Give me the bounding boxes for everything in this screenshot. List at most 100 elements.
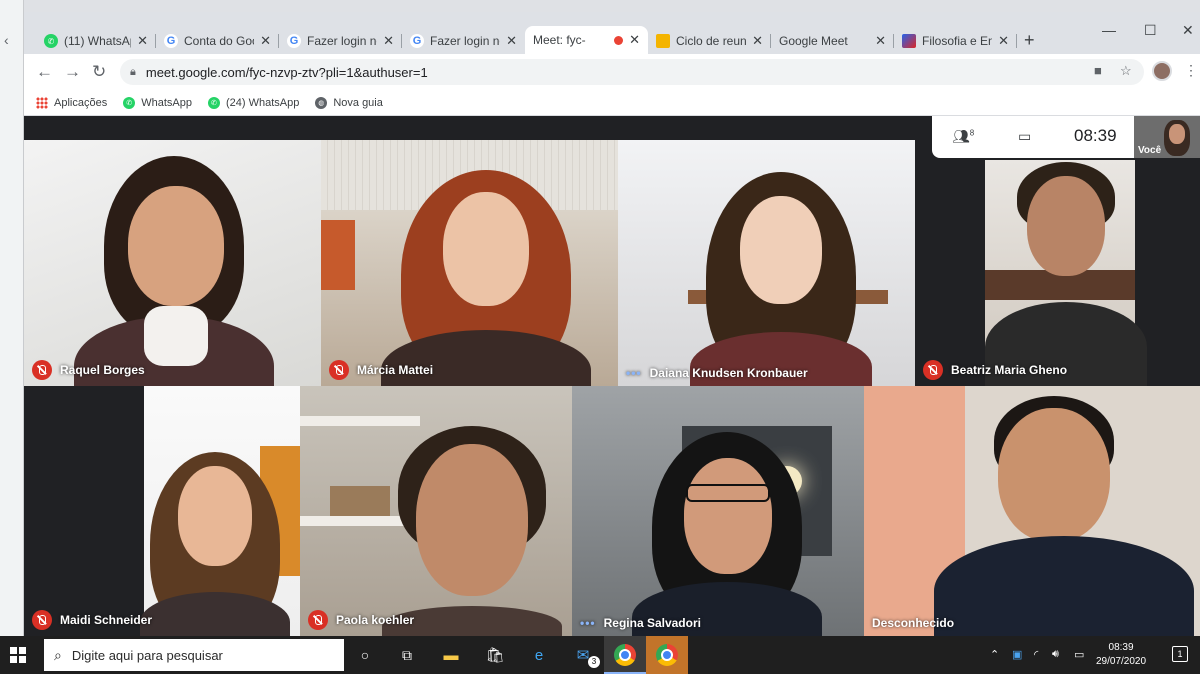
- cortana-icon[interactable]: ○: [354, 644, 376, 666]
- participant-name-label: ••• Regina Salvadori: [580, 616, 701, 630]
- lock-icon: 🔒︎: [130, 65, 136, 78]
- meet-call-grid: Raquel Borges Márcia Mattei ••• Daiana K…: [24, 116, 1200, 636]
- mic-off-icon: [32, 360, 52, 380]
- close-tab-icon[interactable]: ✕: [875, 33, 886, 49]
- tab-whatsapp[interactable]: ✆ (11) WhatsApp ✕: [36, 28, 156, 54]
- participant-tile[interactable]: Maidi Schneider: [24, 386, 300, 636]
- back-icon[interactable]: ←: [36, 62, 53, 82]
- desktop: ‹ ✆ (11) WhatsApp ✕ G Conta do Google ✕ …: [0, 0, 1200, 674]
- bookmarks-bar: Aplicações ✆ WhatsApp ✆ (24) WhatsApp ◍ …: [24, 90, 1200, 116]
- tab-title: Fazer login no: [430, 34, 501, 48]
- chat-icon[interactable]: ▭: [1018, 128, 1031, 145]
- chrome-icon[interactable]: [614, 644, 636, 666]
- back-arrow-icon: ‹: [4, 32, 9, 48]
- tab-conta-google[interactable]: G Conta do Google ✕: [156, 28, 279, 54]
- wifi-icon[interactable]: ◜: [1034, 648, 1038, 661]
- site-icon: [902, 34, 916, 48]
- tab-strip: ✆ (11) WhatsApp ✕ G Conta do Google ✕ G …: [24, 12, 1200, 54]
- profile-avatar[interactable]: [1152, 61, 1172, 81]
- browser-toolbar: ← → ↻ 🔒︎ meet.google.com/fyc-nzvp-ztv?pl…: [24, 54, 1200, 90]
- self-view-label: Você: [1138, 145, 1162, 156]
- menu-icon[interactable]: ⋮: [1184, 62, 1198, 79]
- bookmark-label: Aplicações: [54, 96, 108, 109]
- mic-off-icon: [329, 360, 349, 380]
- participant-tile[interactable]: ••• Daiana Knudsen Kronbauer: [618, 140, 915, 386]
- participant-name-label: Raquel Borges: [32, 360, 145, 380]
- camera-icon[interactable]: ■: [1094, 63, 1102, 78]
- participant-name-label: Paola koehler: [308, 610, 414, 630]
- edge-icon[interactable]: e: [528, 644, 550, 666]
- self-view-tile[interactable]: Você: [1134, 116, 1200, 158]
- minimize-icon[interactable]: —: [1102, 22, 1116, 38]
- close-tab-icon[interactable]: ✕: [998, 33, 1009, 49]
- globe-icon: ◍: [315, 96, 328, 109]
- participant-tile[interactable]: Paola koehler: [300, 386, 572, 636]
- address-bar[interactable]: 🔒︎ meet.google.com/fyc-nzvp-ztv?pli=1&au…: [120, 59, 1144, 85]
- speaking-indicator-icon: •••: [626, 366, 642, 380]
- volume-icon[interactable]: 🔊︎: [1052, 648, 1059, 661]
- close-tab-icon[interactable]: ✕: [137, 33, 148, 49]
- bookmark-nova-guia[interactable]: ◍ Nova guia: [315, 96, 383, 109]
- people-icon: 👥︎: [952, 128, 970, 144]
- taskbar-search-input[interactable]: ⌕ Digite aqui para pesquisar: [44, 639, 344, 671]
- tab-title: Fazer login no: [307, 34, 378, 48]
- tab-ciclo-reunioes[interactable]: Ciclo de reuniões ✕: [648, 28, 771, 54]
- tab-title: Google Meet: [779, 34, 848, 48]
- google-icon: G: [164, 34, 178, 48]
- star-icon[interactable]: ☆: [1120, 63, 1132, 79]
- mic-off-icon: [923, 360, 943, 380]
- tab-title: (11) WhatsApp: [64, 34, 131, 48]
- meeting-time: 08:39: [1074, 126, 1117, 145]
- close-tab-icon[interactable]: ✕: [260, 33, 271, 49]
- close-tab-icon[interactable]: ✕: [383, 33, 394, 49]
- speaking-indicator-icon: •••: [580, 616, 596, 630]
- battery-icon[interactable]: ▭: [1074, 648, 1084, 661]
- clock-date: 29/07/2020: [1096, 656, 1147, 667]
- close-tab-icon[interactable]: ✕: [629, 32, 640, 48]
- store-icon[interactable]: 🛍︎: [484, 644, 506, 666]
- google-icon: G: [287, 34, 301, 48]
- participant-count: 8: [969, 128, 975, 138]
- recording-dot-icon: [614, 35, 624, 45]
- reload-icon[interactable]: ↻: [92, 62, 106, 82]
- file-explorer-icon[interactable]: ▬: [440, 644, 462, 666]
- background-window: ‹: [0, 0, 24, 636]
- bookmark-whatsapp-24[interactable]: ✆ (24) WhatsApp: [207, 96, 299, 109]
- tray-chevron-icon[interactable]: ⌃: [990, 648, 999, 661]
- tab-fazer-login-2[interactable]: G Fazer login no ✕: [402, 28, 525, 54]
- clock-time: 08:39: [1108, 642, 1134, 653]
- participant-tile[interactable]: Beatriz Maria Gheno: [915, 140, 1200, 386]
- windows-start-icon[interactable]: [10, 647, 26, 663]
- close-tab-icon[interactable]: ✕: [752, 33, 763, 49]
- new-tab-button[interactable]: +: [1024, 30, 1035, 51]
- forward-icon[interactable]: →: [64, 62, 81, 82]
- notification-center-icon[interactable]: 1: [1172, 646, 1188, 662]
- participant-name-label: Desconhecido: [872, 616, 955, 630]
- tray-app-icon[interactable]: ▣: [1012, 648, 1022, 661]
- participant-tile[interactable]: Márcia Mattei: [321, 140, 618, 386]
- bookmark-aplicacoes[interactable]: Aplicações: [36, 96, 108, 109]
- windows-taskbar: ⌕ Digite aqui para pesquisar ○ ⧉ ▬ 🛍︎ e …: [0, 636, 1200, 674]
- tab-title: Meet: fyc-: [533, 33, 586, 47]
- tab-meet-active[interactable]: ▶ Meet: fyc- ✕: [525, 26, 648, 54]
- tab-filosofia[interactable]: Filosofia e Ens ✕: [894, 28, 1017, 54]
- taskbar-clock[interactable]: 08:39 29/07/2020: [1096, 641, 1146, 669]
- search-placeholder: Digite aqui para pesquisar: [71, 647, 223, 663]
- google-icon: G: [410, 34, 424, 48]
- tab-title: Filosofia e Ens: [922, 34, 993, 48]
- task-view-icon[interactable]: ⧉: [396, 644, 418, 666]
- participant-tile[interactable]: ••• Regina Salvadori: [572, 386, 864, 636]
- whatsapp-icon: ✆: [44, 34, 58, 48]
- bookmark-label: WhatsApp: [141, 96, 192, 109]
- tab-fazer-login-1[interactable]: G Fazer login no ✕: [279, 28, 402, 54]
- participant-tile[interactable]: Desconhecido: [864, 386, 1200, 636]
- maximize-icon[interactable]: ☐: [1144, 22, 1157, 39]
- bookmark-whatsapp[interactable]: ✆ WhatsApp: [123, 96, 192, 109]
- close-tab-icon[interactable]: ✕: [506, 33, 517, 49]
- close-window-icon[interactable]: ✕: [1182, 22, 1194, 39]
- participants-button[interactable]: 👥︎8: [952, 128, 974, 145]
- tab-google-meet[interactable]: ▶ Google Meet ✕: [771, 28, 894, 54]
- chrome-icon[interactable]: [656, 644, 678, 666]
- search-icon: ⌕: [54, 646, 62, 663]
- participant-tile[interactable]: Raquel Borges: [24, 140, 321, 386]
